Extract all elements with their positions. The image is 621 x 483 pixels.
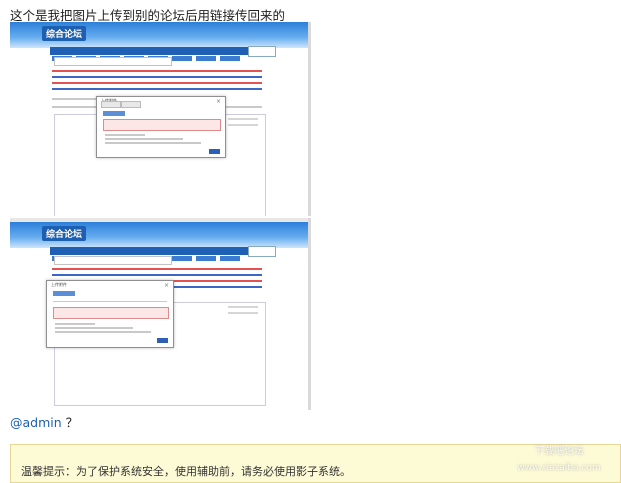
upload-dialog[interactable]: 上传附件 × [96, 96, 226, 158]
forum-screenshot-2[interactable]: 综合论坛 上传附件 × [10, 218, 311, 410]
confirm-button[interactable] [157, 338, 168, 343]
forum-search [54, 256, 172, 265]
confirm-button[interactable] [209, 149, 220, 154]
close-icon[interactable]: × [164, 283, 169, 289]
forum-nav-select [248, 246, 276, 257]
mention-question-mark: ？ [65, 415, 79, 430]
site-watermark: 下载吧论坛 www.xiazaiba.com [517, 446, 601, 473]
select-file-button[interactable] [103, 111, 125, 116]
select-file-button[interactable] [53, 291, 75, 296]
forum-screenshot-1[interactable]: 综合论坛 上传附件 × [10, 22, 311, 216]
forum-navbar [50, 47, 275, 61]
forum-navbar [50, 247, 275, 261]
warning-tip-text: 温馨提示：为了保护系统安全，使用辅助前，请务必使用影子系统。 [21, 465, 351, 478]
forum-search [54, 57, 172, 66]
mention-admin-link[interactable]: @admin [10, 415, 62, 430]
upload-dialog[interactable]: 上传附件 × [46, 280, 174, 348]
error-box [53, 307, 169, 319]
close-icon[interactable]: × [216, 99, 221, 105]
error-box [103, 119, 221, 131]
forum-logo: 综合论坛 [42, 226, 87, 241]
forum-nav-select [248, 46, 276, 57]
forum-logo: 综合论坛 [42, 26, 87, 41]
mention-line: @admin ？ [10, 412, 78, 431]
